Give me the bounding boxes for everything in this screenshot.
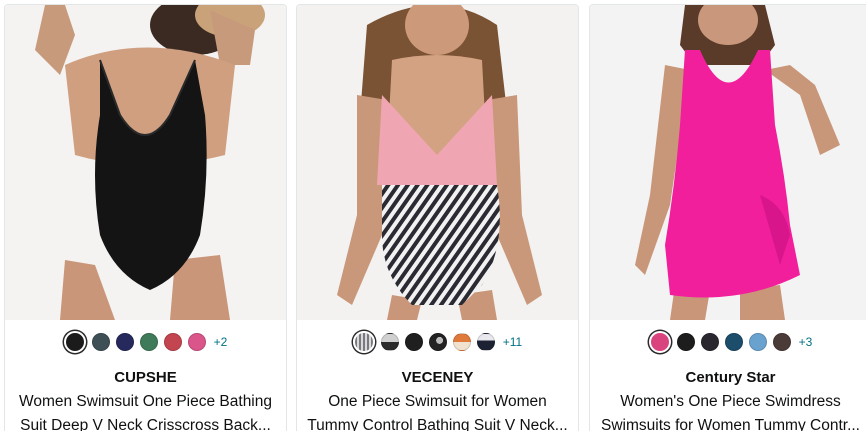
- product-card[interactable]: +11 VECENEY One Piece Swimsuit for Women…: [296, 4, 579, 431]
- product-brand: VECENEY: [401, 369, 474, 386]
- color-swatch[interactable]: [163, 333, 182, 351]
- color-swatch[interactable]: [63, 331, 86, 353]
- product-image[interactable]: [5, 5, 286, 320]
- more-colors-link[interactable]: +2: [214, 335, 228, 349]
- product-title-link[interactable]: Women's One Piece Swimdress Swimsuits fo…: [594, 390, 866, 431]
- color-swatch[interactable]: [724, 333, 743, 351]
- product-title-link[interactable]: One Piece Swimsuit for Women Tummy Contr…: [301, 390, 574, 431]
- product-image[interactable]: [297, 5, 578, 320]
- color-swatch[interactable]: [772, 333, 791, 351]
- color-swatch[interactable]: [452, 333, 471, 351]
- color-swatch[interactable]: [404, 333, 423, 351]
- product-brand: CUPSHE: [114, 369, 177, 386]
- color-swatch[interactable]: [748, 333, 767, 351]
- more-colors-link[interactable]: +11: [503, 335, 522, 349]
- color-swatch[interactable]: [476, 333, 495, 351]
- color-swatch[interactable]: [700, 333, 719, 351]
- color-swatch[interactable]: [648, 331, 671, 353]
- color-swatch[interactable]: [380, 333, 399, 351]
- color-swatch[interactable]: [115, 333, 134, 351]
- product-title-line: Suit Deep V Neck Crisscross Back...: [20, 417, 271, 431]
- color-swatches: +3: [590, 329, 866, 355]
- product-grid: +2 CUPSHE Women Swimsuit One Piece Bathi…: [0, 0, 866, 431]
- color-swatch[interactable]: [91, 333, 110, 351]
- product-title-line: Tummy Control Bathing Suit V Neck...: [307, 417, 568, 431]
- color-swatch[interactable]: [139, 333, 158, 351]
- color-swatch[interactable]: [428, 333, 447, 351]
- product-title-line: Women's One Piece Swimdress: [620, 393, 841, 410]
- color-swatch[interactable]: [676, 333, 695, 351]
- product-title-line: One Piece Swimsuit for Women: [328, 393, 547, 410]
- product-title-line: Swimsuits for Women Tummy Contr...: [601, 417, 860, 431]
- more-colors-link[interactable]: +3: [799, 335, 813, 349]
- product-title-line: Women Swimsuit One Piece Bathing: [19, 393, 272, 410]
- color-swatch[interactable]: [352, 331, 375, 353]
- color-swatches: +11: [297, 329, 578, 355]
- product-card[interactable]: +3 Century Star Women's One Piece Swimdr…: [589, 4, 866, 431]
- product-card[interactable]: +2 CUPSHE Women Swimsuit One Piece Bathi…: [4, 4, 287, 431]
- color-swatches: +2: [5, 329, 286, 355]
- product-image[interactable]: [590, 5, 866, 320]
- product-brand: Century Star: [685, 369, 776, 386]
- color-swatch[interactable]: [187, 333, 206, 351]
- product-title-link[interactable]: Women Swimsuit One Piece Bathing Suit De…: [9, 390, 282, 431]
